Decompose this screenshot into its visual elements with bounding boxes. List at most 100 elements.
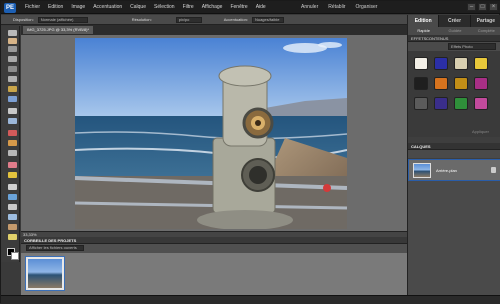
healing-brush-tool-icon[interactable] — [8, 140, 17, 146]
effect-swatch-black[interactable] — [414, 77, 428, 90]
option-label-enhance: Accentuation: — [223, 17, 248, 22]
mode-tabs: Edition Créer Partage — [408, 15, 500, 27]
zoom-tool-icon[interactable] — [8, 30, 17, 36]
menu-image[interactable]: Image — [71, 4, 85, 10]
effect-swatch-orange[interactable] — [434, 77, 448, 90]
effects-panel-header: EFFETS CONTENUS — [408, 35, 500, 42]
menu-select[interactable]: Sélection — [154, 4, 175, 10]
eyedropper-tool-icon[interactable] — [8, 46, 17, 52]
photoshop-elements-window: PE Fichier Edition Image Accentuation Ca… — [0, 0, 500, 304]
canvas-area[interactable] — [21, 35, 407, 231]
effect-swatch-indigo[interactable] — [434, 97, 448, 110]
menu-layer[interactable]: Calque — [130, 4, 146, 10]
tab-share[interactable]: Partage — [471, 15, 500, 27]
effect-swatch-yellow[interactable] — [474, 57, 488, 70]
photo-artwork — [75, 38, 347, 229]
clone-stamp-tool-icon[interactable] — [8, 150, 17, 156]
minimize-icon[interactable]: – — [467, 3, 476, 11]
background-color-icon[interactable] — [11, 252, 19, 260]
content-tab[interactable]: CONTENUS — [426, 36, 448, 41]
crop-tool-icon[interactable] — [8, 108, 17, 114]
shape-tool-icon[interactable] — [8, 204, 17, 210]
tab-create[interactable]: Créer — [439, 15, 471, 27]
effect-swatch-magenta[interactable] — [474, 77, 488, 90]
menu-help[interactable]: Aide — [256, 4, 266, 10]
lasso-tool-icon[interactable] — [8, 76, 17, 82]
effects-toolbar: Effets Photo — [408, 42, 500, 51]
maximize-icon[interactable]: □ — [478, 3, 487, 11]
option-field-layout[interactable]: Normale (affichée) — [37, 16, 88, 23]
menu-file[interactable]: Fichier — [25, 4, 40, 10]
organizer-button[interactable]: Organiser — [355, 4, 377, 10]
option-label-layout: Disposition: — [13, 17, 34, 22]
sponge-tool-icon[interactable] — [8, 224, 17, 230]
document-tab-bar: IMG_3725.JPG @ 33,3% (RVB/8)* — [21, 25, 407, 35]
menu-window[interactable]: Fenêtre — [230, 4, 247, 10]
menu-enhance[interactable]: Accentuation — [93, 4, 122, 10]
quick-actions: Annuler Rétablir Organiser — [301, 4, 377, 10]
effects-grid: Appliquer — [408, 51, 500, 137]
window-controls: – □ × — [467, 3, 498, 11]
option-field-enhance[interactable]: Nuages/faible — [251, 16, 284, 23]
tab-edit[interactable]: Edition — [408, 15, 440, 27]
effect-swatch-grey[interactable] — [414, 97, 428, 110]
effects-tab[interactable]: EFFETS — [411, 36, 426, 41]
subtab-quick[interactable]: Rapide — [408, 27, 439, 35]
blur-tool-icon[interactable] — [8, 214, 17, 220]
brush-tool-icon[interactable] — [8, 172, 17, 178]
layer-row[interactable]: Arrière-plan — [408, 159, 500, 181]
layers-panel-title: CALQUES — [411, 144, 431, 149]
selection-brush-tool-icon[interactable] — [8, 96, 17, 102]
redo-button[interactable]: Rétablir — [328, 4, 345, 10]
project-bin-title: CORBEILLE DES PROJETS — [24, 238, 77, 243]
project-bin-header: CORBEILLE DES PROJETS — [21, 237, 407, 244]
document-photo[interactable] — [75, 38, 347, 229]
magic-wand-tool-icon[interactable] — [8, 86, 17, 92]
right-panel: Edition Créer Partage Rapide Guidée Comp… — [407, 15, 500, 295]
effect-swatch-white[interactable] — [414, 57, 428, 70]
effect-swatch-blue[interactable] — [434, 57, 448, 70]
marquee-tool-icon[interactable] — [8, 66, 17, 72]
tool-options-bar: Disposition: Normale (affichée) Résoluti… — [1, 15, 407, 25]
document-tab[interactable]: IMG_3725.JPG @ 33,3% (RVB/8)* — [23, 26, 94, 34]
main-menu: Fichier Edition Image Accentuation Calqu… — [25, 4, 266, 10]
project-bin-thumbnail[interactable] — [25, 256, 65, 291]
layers-toolbar — [408, 150, 500, 158]
subtab-full[interactable]: Complète — [471, 27, 500, 35]
layer-name: Arrière-plan — [436, 168, 457, 173]
pencil-tool-icon[interactable] — [8, 234, 17, 240]
eraser-tool-icon[interactable] — [8, 162, 17, 168]
paint-bucket-tool-icon[interactable] — [8, 184, 17, 190]
effects-category-select[interactable]: Effets Photo — [448, 43, 496, 50]
menu-edit[interactable]: Edition — [48, 4, 63, 10]
option-field-resolution[interactable]: pix/po — [175, 16, 202, 23]
menu-filter[interactable]: Filtre — [183, 4, 194, 10]
undo-button[interactable]: Annuler — [301, 4, 318, 10]
project-bin-toolbar: Afficher les fichiers ouverts — [21, 244, 407, 253]
layers-list-empty — [408, 181, 500, 295]
lock-icon — [491, 167, 496, 173]
effect-swatch-green[interactable] — [454, 97, 468, 110]
effect-swatch-cream[interactable] — [454, 57, 468, 70]
menu-bar: PE Fichier Edition Image Accentuation Ca… — [1, 1, 500, 14]
project-bin-area — [21, 253, 407, 295]
apply-effect-button[interactable]: Appliquer — [472, 129, 489, 134]
thumbnail-image — [28, 259, 62, 288]
effect-swatch-pink[interactable] — [474, 97, 488, 110]
subtab-guided[interactable]: Guidée — [439, 27, 470, 35]
gradient-tool-icon[interactable] — [8, 194, 17, 200]
project-bin-selector[interactable]: Afficher les fichiers ouverts — [26, 245, 84, 251]
hand-tool-icon[interactable] — [8, 38, 17, 44]
red-eye-tool-icon[interactable] — [8, 130, 17, 136]
toolbox — [1, 26, 20, 262]
recompose-tool-icon[interactable] — [8, 118, 17, 124]
menu-view[interactable]: Affichage — [202, 4, 223, 10]
move-tool-icon[interactable] — [8, 56, 17, 62]
layer-thumbnail — [413, 163, 431, 178]
option-label-resolution: Résolution: — [131, 17, 152, 22]
edit-subtabs: Rapide Guidée Complète — [408, 27, 500, 35]
layers-panel-header: CALQUES — [408, 143, 500, 150]
app-logo-icon: PE — [4, 3, 16, 13]
effect-swatch-gold[interactable] — [454, 77, 468, 90]
close-icon[interactable]: × — [489, 3, 498, 11]
